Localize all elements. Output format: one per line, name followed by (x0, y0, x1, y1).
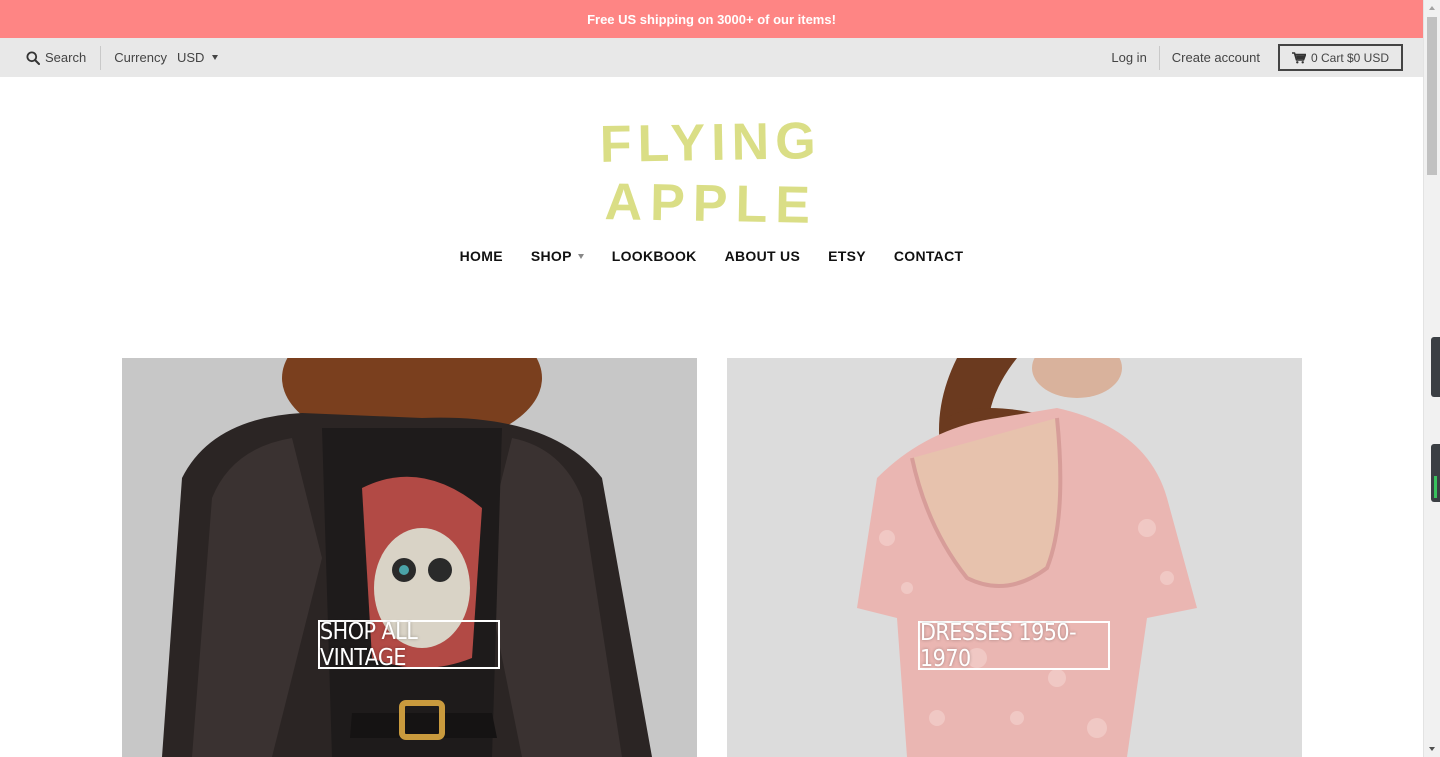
nav-lookbook[interactable]: LOOKBOOK (612, 248, 697, 264)
currency-value: USD (176, 50, 205, 65)
search-button[interactable]: Search (0, 38, 100, 77)
meter-bar (1434, 476, 1437, 498)
announcement-bar: Free US shipping on 3000+ of our items! (0, 0, 1423, 38)
search-label: Search (45, 50, 87, 65)
nav-label: CONTACT (893, 248, 964, 264)
nav-shop[interactable]: SHOP (531, 248, 584, 264)
cart-button[interactable]: 0 Cart $0 USD (1277, 44, 1403, 71)
scroll-up-icon[interactable] (1429, 6, 1435, 10)
nav-label: ABOUT US (724, 248, 801, 264)
scroll-down-icon[interactable] (1429, 747, 1435, 751)
cart-icon (1291, 51, 1306, 63)
nav-label: HOME (459, 248, 503, 264)
side-widget-tab[interactable] (1431, 337, 1440, 397)
model-photo-leather-jacket (122, 358, 697, 757)
create-account-link[interactable]: Create account (1160, 50, 1272, 65)
collection-tile-vintage[interactable]: SHOP ALL VINTAGE (122, 358, 697, 757)
nav-label: SHOP (530, 248, 572, 264)
dresses-1950-1970-button[interactable]: DRESSES 1950-1970 (918, 620, 1110, 672)
chevron-down-icon (212, 55, 219, 60)
nav-label: LOOKBOOK (611, 248, 697, 264)
logo-line2: APPLE (604, 173, 818, 230)
main-nav: HOME SHOP LOOKBOOK ABOUT US ETSY CONTACT (0, 248, 1423, 264)
announcement-text: Free US shipping on 3000+ of our items! (587, 11, 836, 27)
currency-dropdown[interactable]: USD (176, 50, 219, 65)
currency-label: Currency (114, 50, 167, 65)
chevron-down-icon (577, 253, 584, 259)
shop-all-vintage-button[interactable]: SHOP ALL VINTAGE (318, 619, 500, 671)
currency-selector: Currency USD (101, 50, 219, 65)
cart-label: 0 Cart $0 USD (1310, 50, 1389, 65)
nav-about-us[interactable]: ABOUT US (725, 248, 801, 264)
nav-label: ETSY (828, 248, 866, 264)
collection-tile-dresses[interactable]: DRESSES 1950-1970 (727, 358, 1302, 757)
search-icon (26, 51, 40, 65)
nav-etsy[interactable]: ETSY (828, 248, 866, 264)
side-widget-meter[interactable] (1431, 444, 1440, 502)
logo-line1: FLYING (600, 112, 822, 174)
brand-logo[interactable]: FLYING APPLE (600, 108, 822, 230)
scroll-thumb[interactable] (1427, 17, 1437, 175)
model-photo-lace-dress (727, 358, 1302, 757)
nav-contact[interactable]: CONTACT (894, 248, 964, 264)
nav-home[interactable]: HOME (460, 248, 503, 264)
top-utility-bar: Search Currency USD Log in Create accoun… (0, 38, 1423, 77)
login-link[interactable]: Log in (1099, 50, 1158, 65)
